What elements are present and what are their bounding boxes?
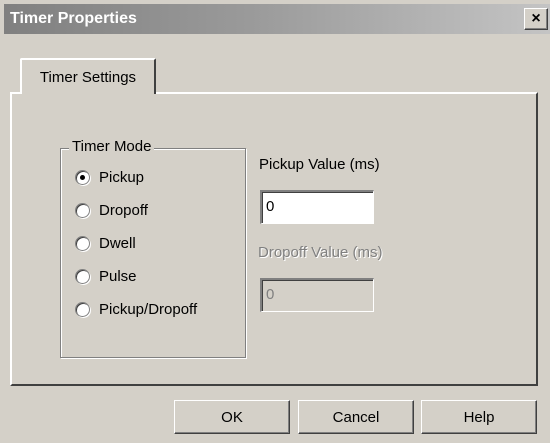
radio-dropoff[interactable]: Dropoff bbox=[75, 202, 148, 219]
radio-label: Pulse bbox=[99, 268, 137, 285]
timer-properties-dialog: Timer Properties × Timer Settings Timer … bbox=[0, 0, 550, 443]
dropoff-value-input[interactable]: 0 bbox=[260, 278, 374, 312]
radio-label: Dropoff bbox=[99, 202, 148, 219]
radio-pickup-dropoff[interactable]: Pickup/Dropoff bbox=[75, 301, 197, 318]
timer-mode-group: Timer Mode Pickup Dropoff Dwell Pulse Pi… bbox=[60, 138, 246, 358]
pickup-value-input[interactable]: 0 bbox=[260, 190, 374, 224]
radio-label: Pickup/Dropoff bbox=[99, 301, 198, 318]
radio-indicator bbox=[75, 269, 90, 284]
group-title: Timer Mode bbox=[69, 138, 155, 155]
radio-pickup[interactable]: Pickup bbox=[75, 169, 144, 186]
tab-label: Timer Settings bbox=[39, 68, 137, 86]
cancel-button[interactable]: Cancel bbox=[298, 400, 414, 434]
radio-selected-dot bbox=[80, 175, 85, 180]
radio-label: Dwell bbox=[99, 235, 136, 252]
title-bar[interactable]: Timer Properties × bbox=[4, 4, 550, 34]
close-icon: × bbox=[531, 10, 541, 27]
radio-label: Pickup bbox=[99, 169, 145, 186]
tab-panel: Timer Mode Pickup Dropoff Dwell Pulse Pi… bbox=[10, 92, 538, 386]
radio-pulse[interactable]: Pulse bbox=[75, 268, 137, 285]
help-button-label: Help bbox=[463, 408, 495, 426]
ok-button-label: OK bbox=[221, 408, 243, 426]
pickup-value-label: Pickup Value (ms) bbox=[259, 156, 380, 173]
radio-indicator bbox=[75, 170, 90, 185]
radio-indicator bbox=[75, 302, 90, 317]
close-button[interactable]: × bbox=[524, 8, 548, 30]
cancel-button-label: Cancel bbox=[332, 408, 380, 426]
radio-indicator bbox=[75, 203, 90, 218]
dropoff-value-label: Dropoff Value (ms) bbox=[258, 244, 383, 261]
tab-timer-settings[interactable]: Timer Settings bbox=[20, 58, 156, 94]
help-button[interactable]: Help bbox=[421, 400, 537, 434]
ok-button[interactable]: OK bbox=[174, 400, 290, 434]
radio-dwell[interactable]: Dwell bbox=[75, 235, 136, 252]
window-title: Timer Properties bbox=[10, 10, 137, 27]
radio-indicator bbox=[75, 236, 90, 251]
